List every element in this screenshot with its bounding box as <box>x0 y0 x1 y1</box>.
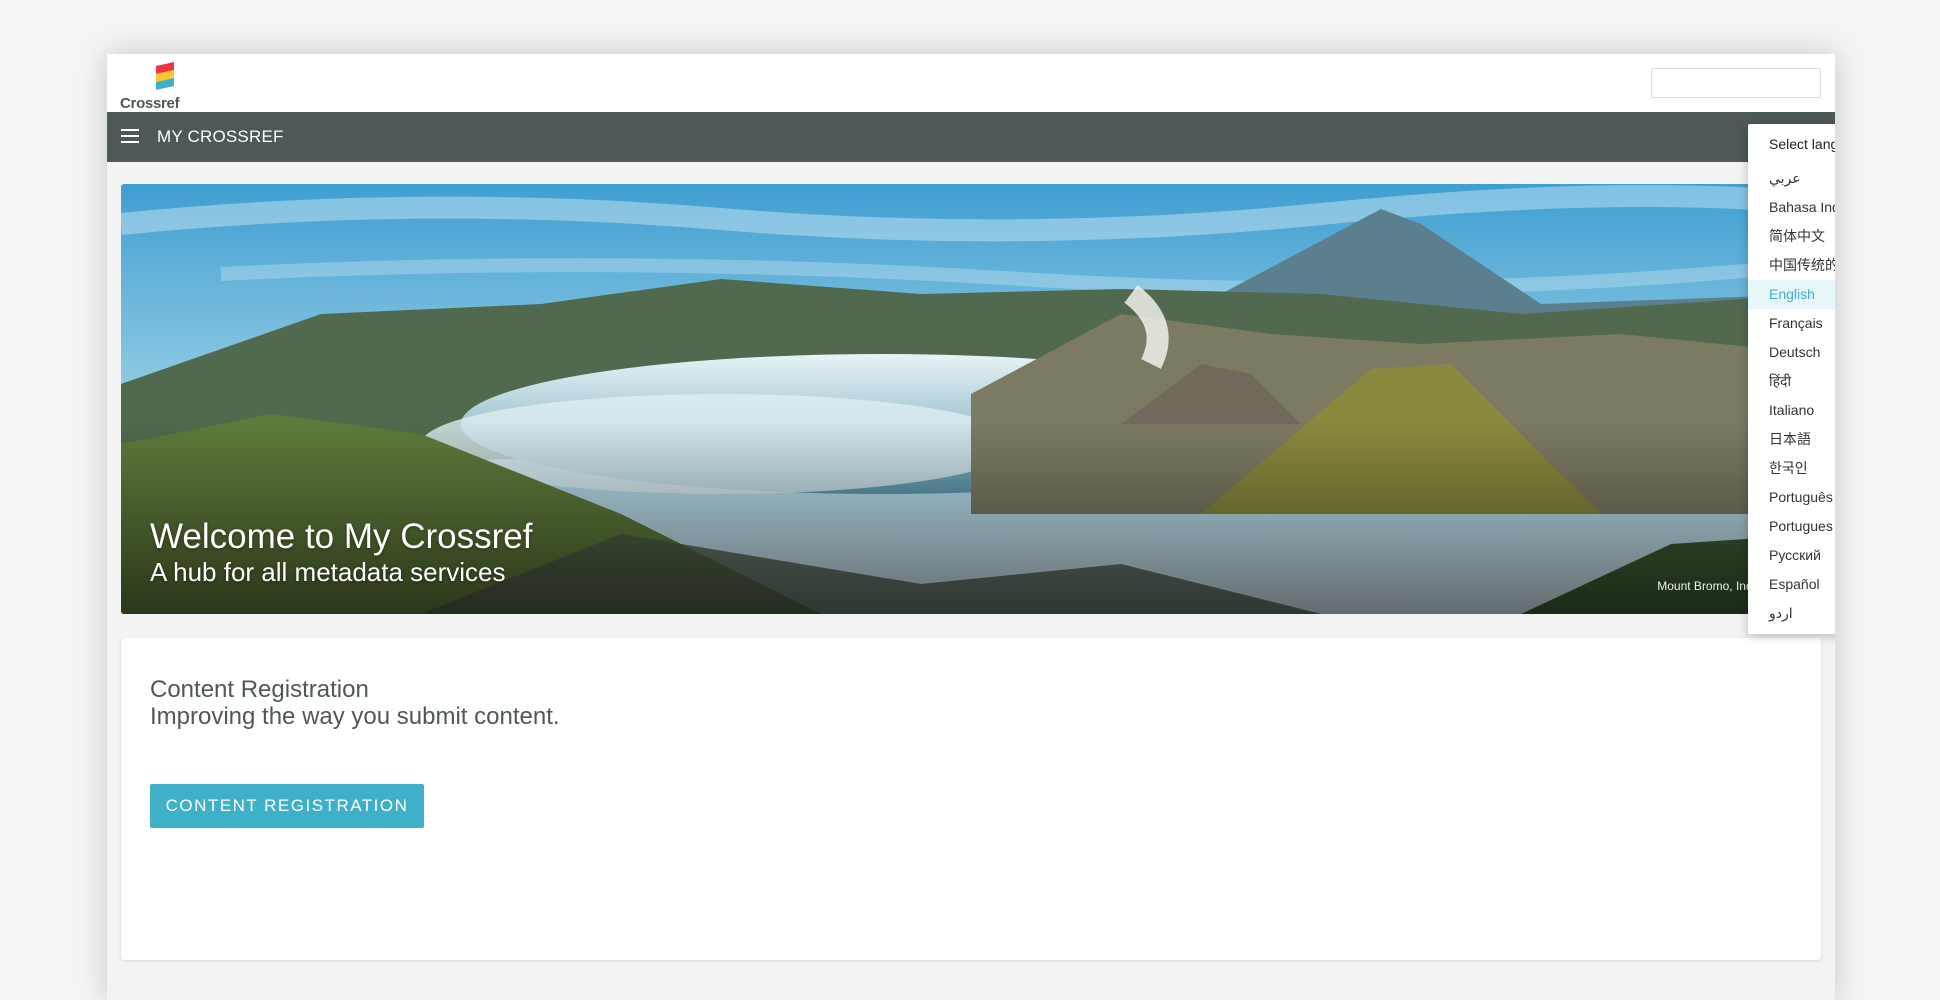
logo-text: Crossref <box>120 95 180 112</box>
hero-banner: Welcome to My Crossref A hub for all met… <box>121 184 1821 614</box>
top-bar: Crossref <box>107 54 1835 112</box>
language-option-korean[interactable]: 한국인 <box>1748 454 1835 483</box>
language-option-german[interactable]: Deutsch <box>1748 338 1835 367</box>
language-option-russian[interactable]: Русский <box>1748 541 1835 570</box>
language-option-simplified-chinese[interactable]: 简体中文 <box>1748 222 1835 251</box>
content-registration-button[interactable]: CONTENT REGISTRATION <box>150 784 424 828</box>
crossref-logo[interactable]: Crossref <box>120 62 190 112</box>
crossref-logo-icon <box>156 62 174 90</box>
menu-icon[interactable] <box>121 129 139 143</box>
hero-title: Welcome to My Crossref <box>150 517 533 556</box>
language-dropdown-header[interactable]: Select language <box>1748 124 1835 164</box>
language-option-japanese[interactable]: 日本語 <box>1748 425 1835 454</box>
language-option-english[interactable]: English <box>1748 280 1835 309</box>
language-option-bahasa-indonesia[interactable]: Bahasa Indonesia <box>1748 193 1835 222</box>
language-option-hindi[interactable]: हिंदी <box>1748 367 1835 396</box>
language-options: عربي Bahasa Indonesia 简体中文 中国传统的 English… <box>1748 164 1835 628</box>
language-option-arabic[interactable]: عربي <box>1748 164 1835 193</box>
language-dropdown-label: Select language <box>1769 136 1835 152</box>
language-option-brazilian-portuguese[interactable]: Portugues do Brasil <box>1748 512 1835 541</box>
language-option-italian[interactable]: Italiano <box>1748 396 1835 425</box>
card-title: Content Registration <box>150 676 369 703</box>
language-select[interactable] <box>1651 68 1821 98</box>
language-option-french[interactable]: Français <box>1748 309 1835 338</box>
content-registration-card: Content Registration Improving the way y… <box>121 638 1821 960</box>
hero-subtitle: A hub for all metadata services <box>150 557 506 587</box>
language-option-spanish[interactable]: Español <box>1748 570 1835 599</box>
language-dropdown: Select language عربي Bahasa Indonesia 简体… <box>1748 124 1835 634</box>
language-option-portuguese[interactable]: Português <box>1748 483 1835 512</box>
card-subtitle: Improving the way you submit content. <box>150 703 560 730</box>
language-option-urdu[interactable]: اردو <box>1748 599 1835 628</box>
app-window: Crossref MY CROSSREF Welcome to My Cross… <box>107 54 1835 1000</box>
main-navbar: MY CROSSREF <box>107 112 1835 162</box>
language-option-traditional-chinese[interactable]: 中国传统的 <box>1748 251 1835 280</box>
nav-title[interactable]: MY CROSSREF <box>157 127 284 147</box>
